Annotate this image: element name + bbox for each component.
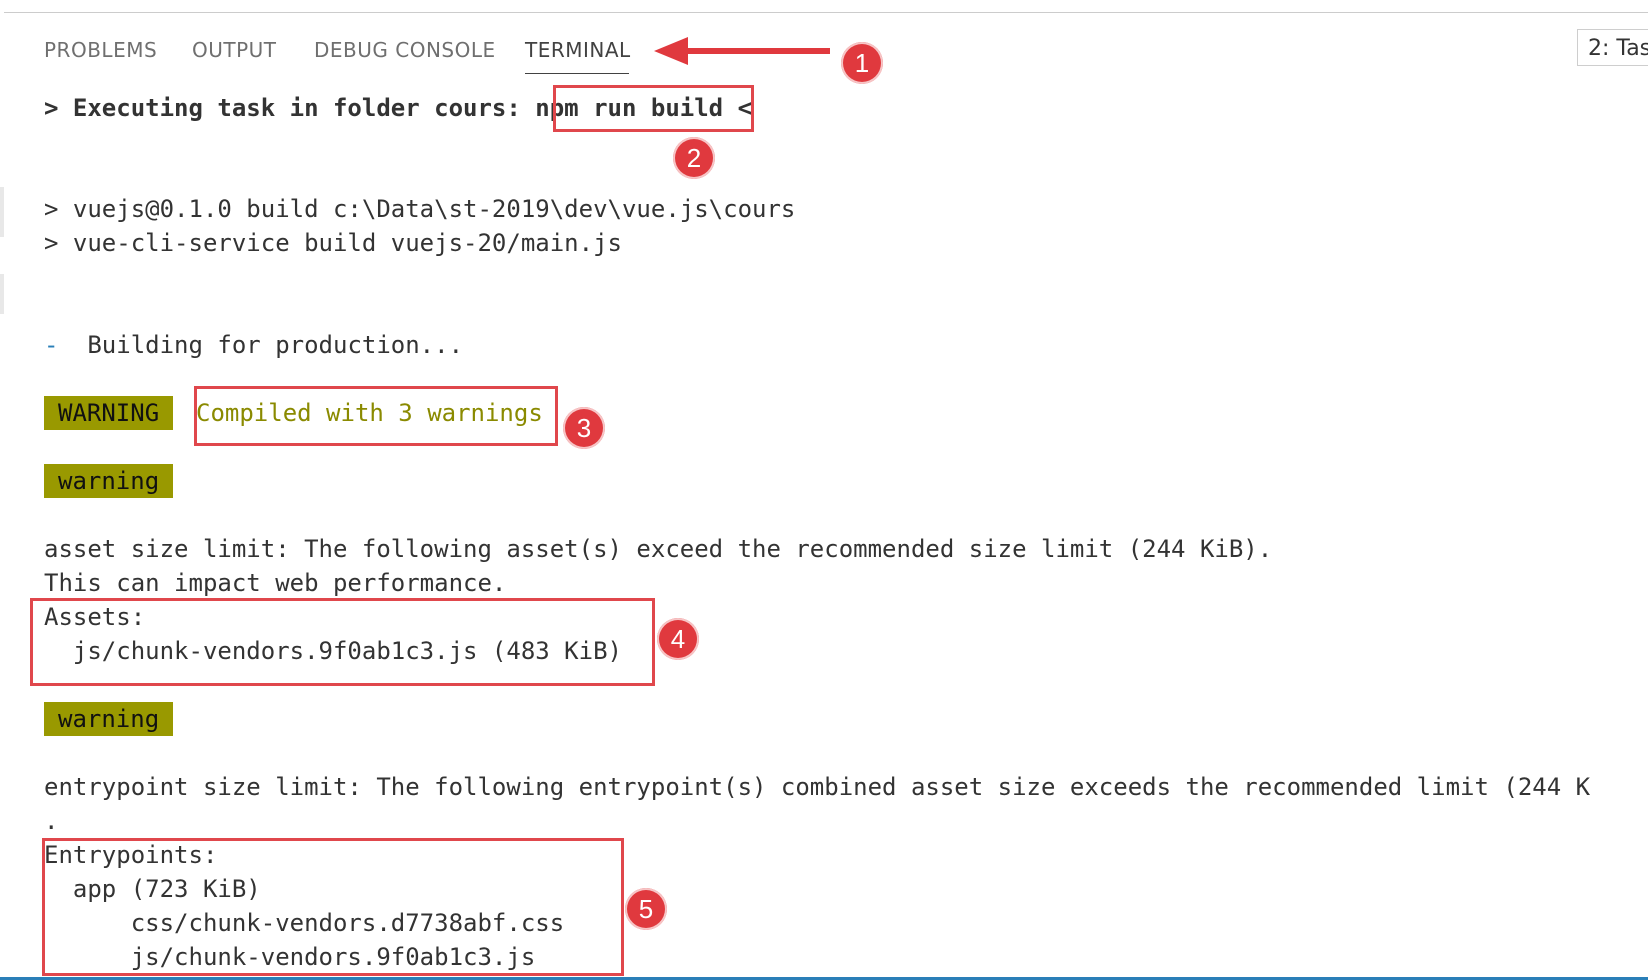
panel-top-border [0,0,1648,13]
terminal-line: > vue-cli-service build vuejs-20/main.js [44,229,622,257]
terminal-task-dropdown[interactable]: 2: Tas [1577,29,1648,66]
tab-problems[interactable]: PROBLEMS [44,38,157,62]
terminal-line: asset size limit: The following asset(s)… [44,535,1273,563]
terminal-line: This can impact web performance. [44,569,507,597]
exec-prefix: > Executing task in folder cours: [44,94,536,122]
highlight-box-compiled-warnings [194,386,558,446]
tab-terminal-underline [525,73,629,74]
building-dash: - [44,331,59,359]
annotation-badge-5: 5 [625,888,667,930]
annotation-badge-2: 2 [673,137,715,179]
tab-debug-console[interactable]: DEBUG CONSOLE [314,38,496,62]
annotation-badge-4: 4 [657,618,699,660]
highlight-box-assets [30,598,655,686]
terminal-line: > vuejs@0.1.0 build c:\Data\st-2019\dev\… [44,195,796,223]
warning-badge-upper: WARNING [44,396,174,430]
tab-output[interactable]: OUTPUT [192,38,277,62]
annotation-badge-1: 1 [841,42,883,84]
highlight-box-entrypoints [42,838,624,976]
arrow-left-icon [654,37,830,65]
warning-badge: warning [44,702,174,736]
annotation-badge-3: 3 [563,407,605,449]
terminal-line: . [44,807,59,835]
building-text: Building for production... [58,331,464,359]
highlight-box-npm-run-build [553,85,754,132]
warning-badge: warning [44,464,174,498]
tab-terminal[interactable]: TERMINAL [525,38,631,62]
terminal-line: entrypoint size limit: The following ent… [44,773,1591,801]
terminal-building-line: - Building for production... [44,328,463,362]
left-edge [0,12,4,980]
